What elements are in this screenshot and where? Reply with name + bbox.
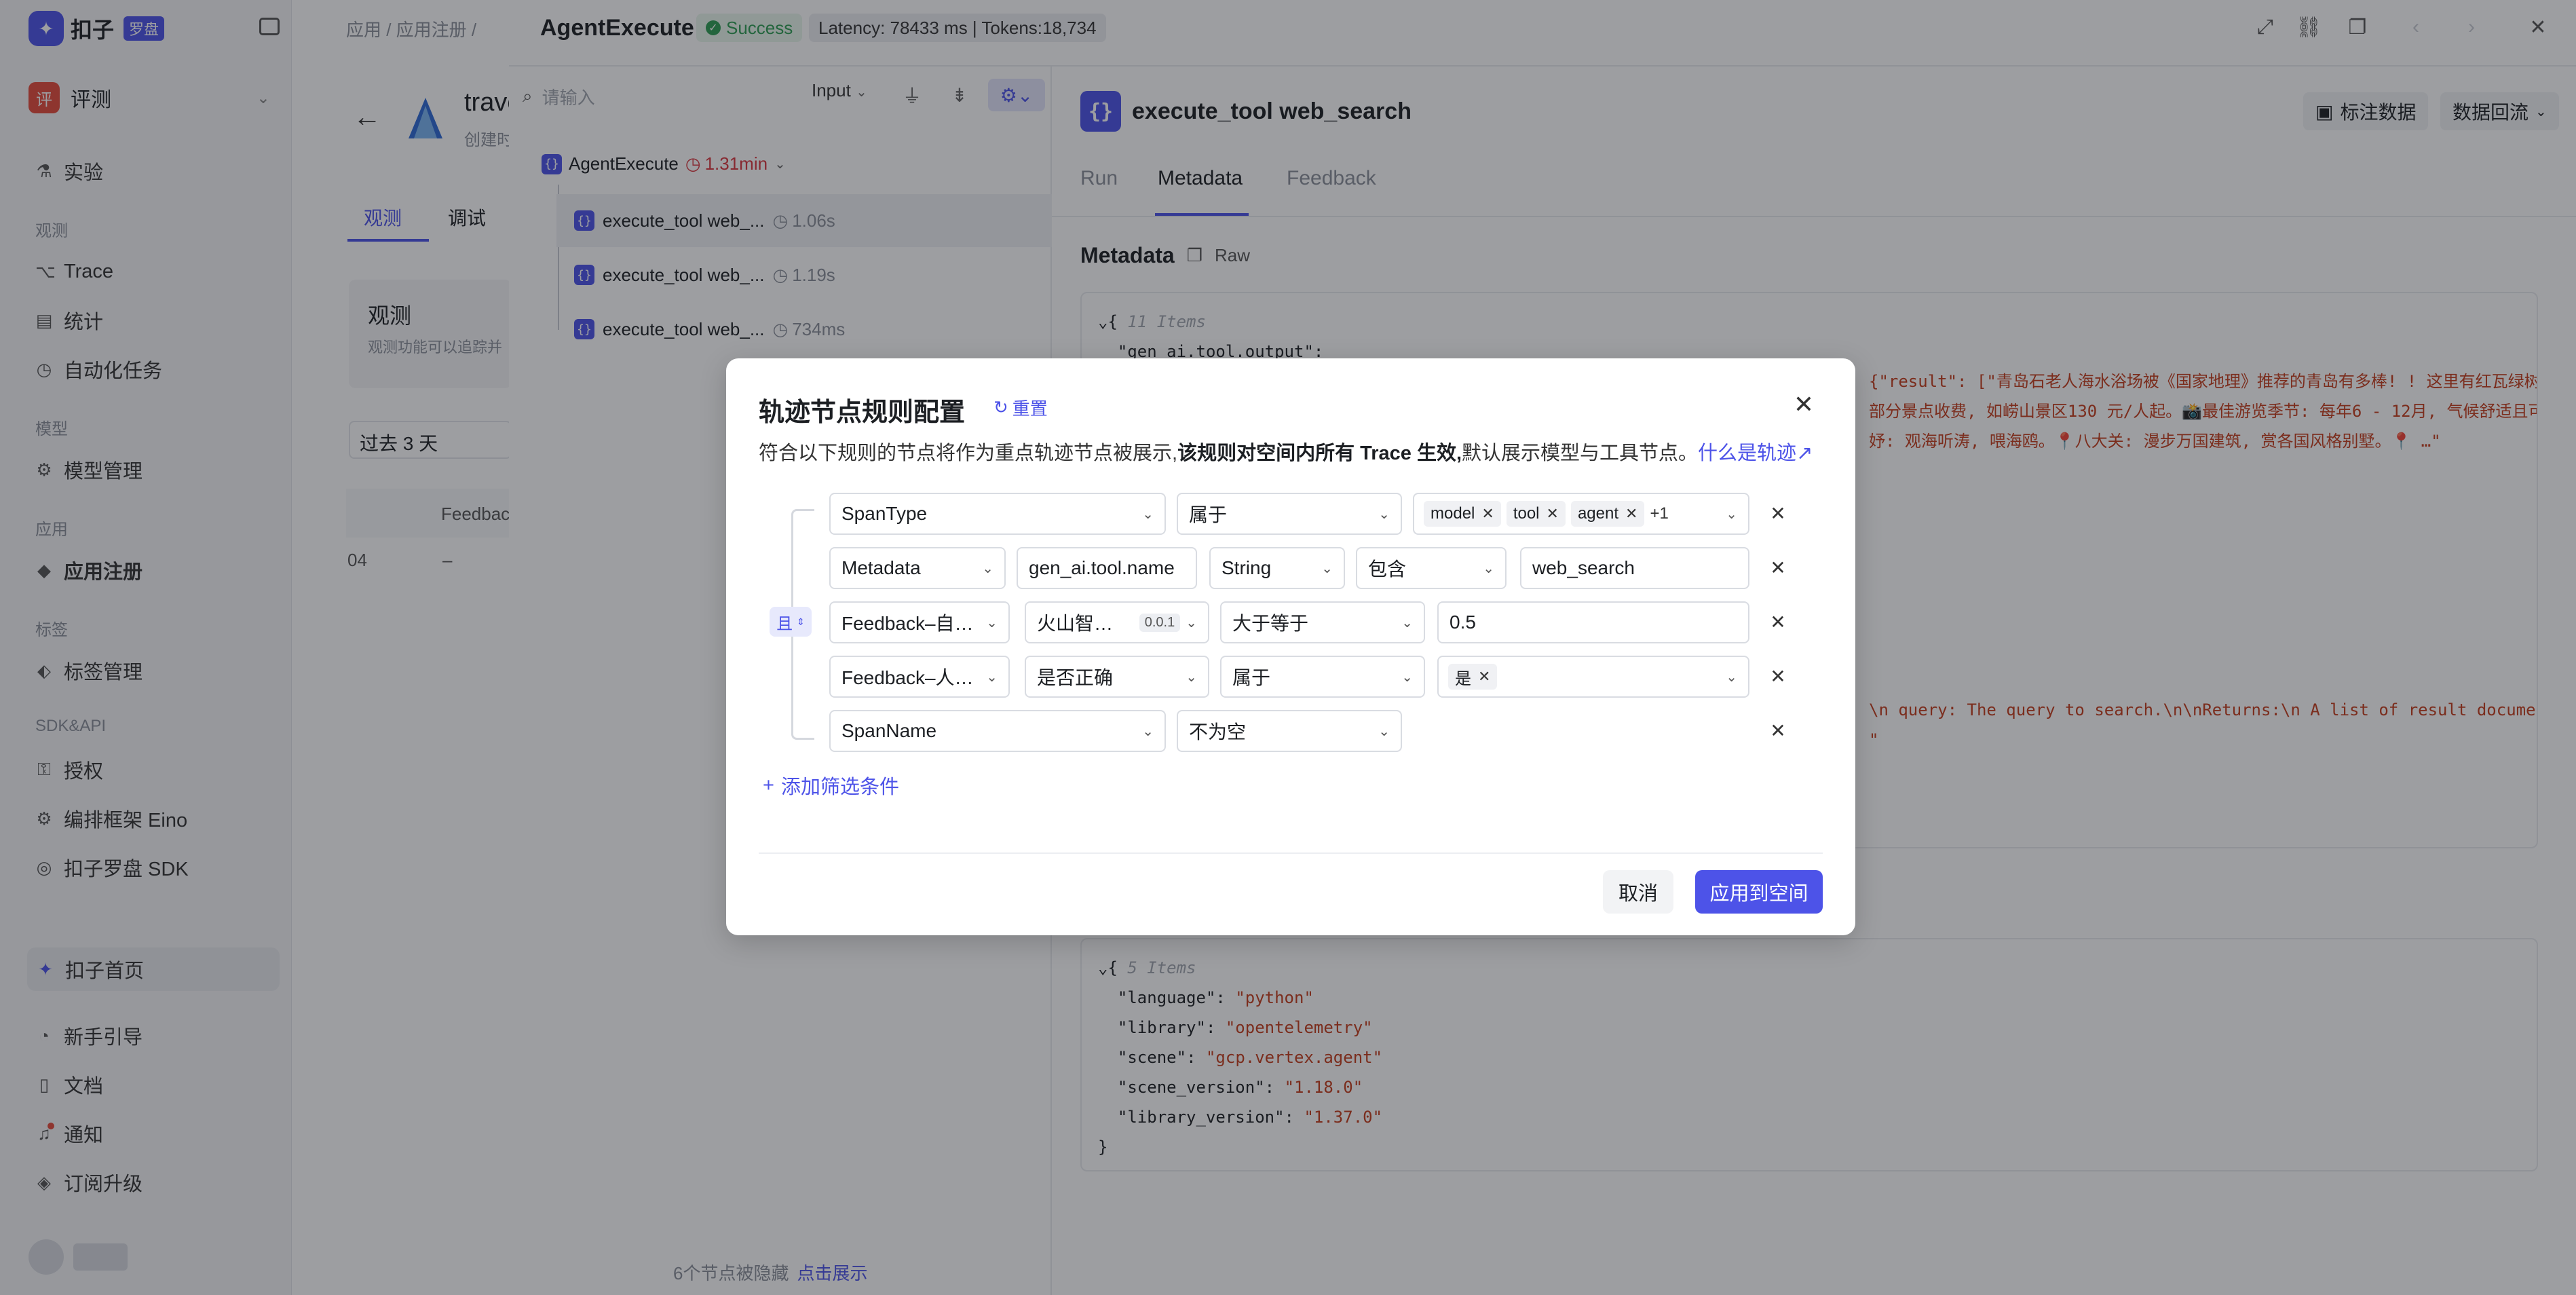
logic-operator-select[interactable]: 且 ⇕ xyxy=(770,607,812,637)
chevron-down-icon: ⌄ xyxy=(982,561,993,576)
chevron-down-icon: ⌄ xyxy=(1142,724,1154,739)
remove-tag-icon[interactable]: ✕ xyxy=(1625,505,1637,523)
chevron-down-icon: ⌄ xyxy=(1401,669,1413,685)
modal-description: 符合以下规则的节点将作为重点轨迹节点被展示,该规则对空间内所有 Trace 生效… xyxy=(759,443,1813,464)
remove-tag-icon[interactable]: ✕ xyxy=(1481,505,1494,523)
remove-condition-icon[interactable]: ✕ xyxy=(1766,718,1790,743)
condition-operator-select[interactable]: 大于等于 ⌄ xyxy=(1220,601,1425,643)
plus-icon: + xyxy=(763,774,774,796)
sort-icon: ⇕ xyxy=(797,616,805,627)
more-tags-count: +1 xyxy=(1650,504,1669,523)
chevron-down-icon: ⌄ xyxy=(1483,561,1494,576)
chevron-down-icon: ⌄ xyxy=(1378,724,1390,739)
chevron-down-icon: ⌄ xyxy=(1726,669,1737,685)
remove-condition-icon[interactable]: ✕ xyxy=(1766,664,1790,688)
condition-operator-select[interactable]: 包含 ⌄ xyxy=(1356,547,1507,589)
condition-field-select[interactable]: SpanName ⌄ xyxy=(829,710,1166,752)
value-tag: tool ✕ xyxy=(1506,501,1566,527)
chevron-down-icon: ⌄ xyxy=(1186,615,1197,631)
modal-close-icon[interactable]: ✕ xyxy=(1792,390,1816,418)
condition-value-multiselect[interactable]: model ✕ tool ✕ agent ✕ +1 ⌄ xyxy=(1413,493,1749,535)
condition-operator-select[interactable]: 属于 ⌄ xyxy=(1177,493,1402,535)
chevron-down-icon: ⌄ xyxy=(1142,506,1154,522)
modal-title: 轨迹节点规则配置 xyxy=(759,398,966,427)
condition-operator-select[interactable]: 属于 ⌄ xyxy=(1220,656,1425,698)
remove-condition-icon[interactable]: ✕ xyxy=(1766,555,1790,580)
condition-field-select[interactable]: Metadata ⌄ xyxy=(829,547,1006,589)
feedback-key-select[interactable]: 是否正确 ⌄ xyxy=(1025,656,1209,698)
condition-value-multiselect[interactable]: 是 ✕ ⌄ xyxy=(1437,656,1749,698)
condition-operator-select[interactable]: 不为空 ⌄ xyxy=(1177,710,1402,752)
add-condition-button[interactable]: + 添加筛选条件 xyxy=(763,771,899,800)
apply-to-space-button[interactable]: 应用到空间 xyxy=(1695,870,1823,914)
condition-field-select[interactable]: Feedback–人… ⌄ xyxy=(829,656,1010,698)
help-link[interactable]: 什么是轨迹↗ xyxy=(1698,443,1813,464)
reset-button[interactable]: ↻ 重置 xyxy=(993,395,1048,420)
chevron-down-icon: ⌄ xyxy=(1401,615,1413,631)
condition-value-input[interactable]: 0.5 xyxy=(1437,601,1749,643)
condition-field-select[interactable]: Feedback–自… ⌄ xyxy=(829,601,1010,643)
value-tag: agent ✕ xyxy=(1570,501,1645,527)
refresh-icon: ↻ xyxy=(993,397,1008,417)
condition-value-input[interactable]: web_search xyxy=(1520,547,1749,589)
condition-key-input[interactable]: gen_ai.tool.name xyxy=(1017,547,1197,589)
chevron-down-icon: ⌄ xyxy=(986,615,998,631)
chevron-down-icon: ⌄ xyxy=(1321,561,1333,576)
chevron-down-icon: ⌄ xyxy=(986,669,998,685)
remove-tag-icon[interactable]: ✕ xyxy=(1478,668,1490,686)
remove-tag-icon[interactable]: ✕ xyxy=(1547,505,1559,523)
cancel-button[interactable]: 取消 xyxy=(1603,870,1673,914)
condition-field-select[interactable]: SpanType ⌄ xyxy=(829,493,1166,535)
version-badge: 0.0.1 xyxy=(1139,613,1181,632)
chevron-down-icon: ⌄ xyxy=(1186,669,1197,685)
modal-footer-divider xyxy=(759,852,1823,854)
evaluator-select[interactable]: 火山智… 0.0.1 ⌄ xyxy=(1025,601,1209,643)
chevron-down-icon: ⌄ xyxy=(1378,506,1390,522)
chevron-down-icon: ⌄ xyxy=(1726,506,1737,522)
value-tag: 是 ✕ xyxy=(1448,664,1498,690)
remove-condition-icon[interactable]: ✕ xyxy=(1766,609,1790,634)
condition-type-select[interactable]: String ⌄ xyxy=(1209,547,1345,589)
remove-condition-icon[interactable]: ✕ xyxy=(1766,501,1790,525)
value-tag: model ✕ xyxy=(1424,501,1501,527)
